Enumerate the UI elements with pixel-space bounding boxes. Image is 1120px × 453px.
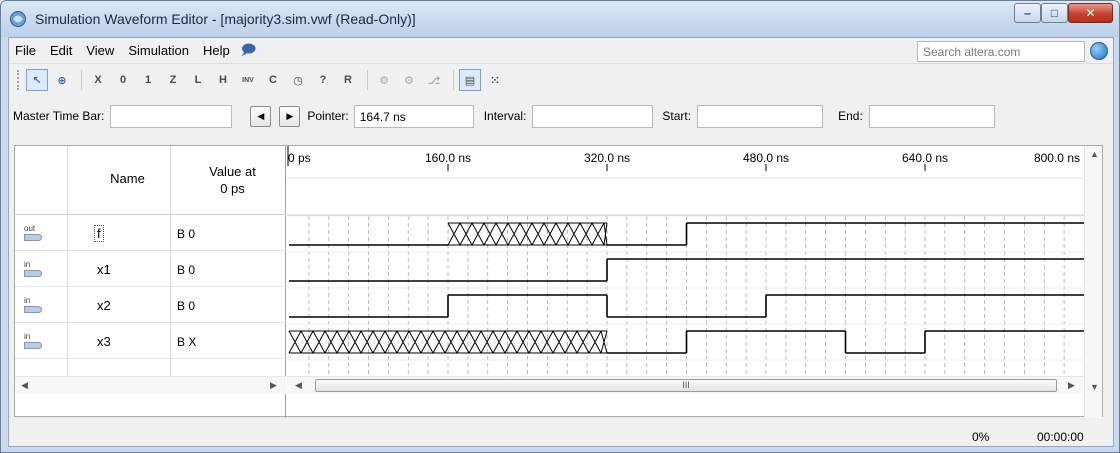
signal-row[interactable]: in x1 B 0 [15,252,286,287]
search-input[interactable]: Search altera.com [917,41,1085,62]
menu-simulation[interactable]: Simulation [121,43,196,58]
waveform-hscroll[interactable]: ◀ III ▶ [287,376,1084,394]
scroll-up-arrow-icon[interactable]: ▲ [1090,149,1099,159]
interval-label: Interval: [483,109,527,123]
arbitrary-value-icon[interactable]: ? [312,69,334,91]
name-column-header[interactable]: Name [75,171,180,186]
time-label: 640.0 ns [902,151,948,165]
toolbar: ↖ ⊕ X 0 1 Z L H INV C ◷? R ⚙ ⚙ ⎇ ▤ ⁙ [9,65,1113,95]
master-time-bar-field[interactable] [110,104,233,128]
toolbar-separator [81,70,82,90]
scroll-left-arrow-icon[interactable]: ◀ [295,380,302,391]
menu-bar: File Edit View Simulation Help 🗩 Search … [9,38,1113,64]
master-time-bar-label: Master Time Bar: [13,109,105,123]
input-pin-icon: in [24,261,44,277]
time-label: 320.0 ns [584,151,630,165]
output-pin-icon: out [24,225,44,241]
netlist-viewer-icon[interactable]: ⎇ [423,69,445,91]
pointer-field[interactable]: 164.7 ns [353,104,474,128]
app-icon [10,11,26,27]
menu-edit[interactable]: Edit [43,43,79,58]
start-field[interactable] [697,104,824,128]
high-impedance-icon[interactable]: Z [162,69,184,91]
random-value-icon[interactable]: R [337,69,359,91]
menu-help[interactable]: Help [196,43,237,58]
scroll-down-arrow-icon[interactable]: ▼ [1090,382,1099,392]
scroll-right-arrow-icon[interactable]: ▶ [270,380,277,391]
forcing-low-icon[interactable]: 0 [112,69,134,91]
signal-row[interactable]: in x2 B 0 [15,288,286,323]
signal-value: B 0 [177,263,196,277]
end-label: End: [838,109,863,123]
waveform-panel: Name Value at 0 ps out f B 0 in x1 B 0 i… [14,145,1103,418]
time-label: 0 ps [288,151,311,165]
waveform-vscroll[interactable]: ▲ ▼ [1084,146,1102,418]
signal-name[interactable]: x3 [97,334,111,349]
next-transition-button[interactable]: ▶ [279,105,301,127]
maximize-button[interactable]: □ [1041,3,1068,23]
interval-field[interactable] [532,104,654,128]
time-label: 160.0 ns [425,151,471,165]
previous-transition-button[interactable]: ◀ [250,105,272,127]
start-label: Start: [662,109,692,123]
time-label: 480.0 ns [743,151,789,165]
signal-value: B X [177,335,197,349]
value-column-header[interactable]: Value at 0 ps [180,163,285,197]
menu-view[interactable]: View [79,43,121,58]
simulation-waveform-editor-window: Simulation Waveform Editor - [majority3.… [0,0,1120,453]
minimize-button[interactable]: – [1014,3,1041,23]
title-bar[interactable]: Simulation Waveform Editor - [majority3.… [1,1,1119,37]
scroll-right-arrow-icon[interactable]: ▶ [1068,380,1075,391]
input-pin-icon: in [24,333,44,349]
functional-simulation-icon[interactable]: ⚙ [373,69,395,91]
invert-icon[interactable]: INV [237,69,259,91]
time-label: 800.0 ns [1034,151,1080,165]
signal-name[interactable]: x2 [97,298,111,313]
weak-high-icon[interactable]: H [212,69,234,91]
count-value-icon[interactable]: C [262,69,284,91]
window-title: Simulation Waveform Editor - [majority3.… [35,11,416,27]
signal-value: B 0 [177,299,196,313]
time-bar: Master Time Bar: ◀ ▶ Pointer: 164.7 ns I… [9,96,1113,136]
input-pin-icon: in [24,297,44,313]
signal-name[interactable]: f [94,225,104,242]
forcing-high-icon[interactable]: 1 [137,69,159,91]
pointer-label: Pointer: [307,109,349,123]
toolbar-separator [367,70,368,90]
grid-options-icon[interactable]: ⁙ [484,69,506,91]
signal-list-hscroll[interactable]: ◀ ▶ [15,376,286,394]
clock-icon[interactable]: ◷ [287,69,309,91]
toolbar-grip[interactable] [17,70,20,90]
toolbar-separator [453,70,454,90]
value-header-line2: 0 ps [220,181,245,196]
signal-value: B 0 [177,227,196,241]
selection-tool-icon[interactable]: ↖ [26,69,48,91]
status-bar: 0% 00:00:00 [9,427,1113,447]
timing-simulation-icon[interactable]: ⚙ [398,69,420,91]
scroll-left-arrow-icon[interactable]: ◀ [21,380,28,391]
waveform-area[interactable]: 0 ps 160.0 ns 320.0 ns 480.0 ns 640.0 ns 800.… [287,146,1084,376]
globe-search-icon[interactable] [1090,42,1108,60]
signal-row[interactable]: out f B 0 [15,216,286,251]
feedback-icon[interactable]: 🗩 [241,39,257,63]
signal-name[interactable]: x1 [97,262,111,277]
value-header-line1: Value at [209,164,256,179]
progress-percent: 0% [972,430,990,444]
signal-list-header: Name Value at 0 ps [15,146,286,215]
snap-to-grid-icon[interactable]: ▤ [459,69,481,91]
forcing-unknown-icon[interactable]: X [87,69,109,91]
menu-file[interactable]: File [9,43,43,58]
zoom-tool-icon[interactable]: ⊕ [51,69,73,91]
elapsed-time: 00:00:00 [1037,430,1084,444]
scroll-thumb[interactable]: III [315,379,1057,392]
editor-body: File Edit View Simulation Help 🗩 Search … [8,37,1114,447]
close-button[interactable]: ✕ [1068,3,1113,23]
end-field[interactable] [868,104,995,128]
signal-row[interactable]: in x3 B X [15,324,286,359]
weak-low-icon[interactable]: L [187,69,209,91]
